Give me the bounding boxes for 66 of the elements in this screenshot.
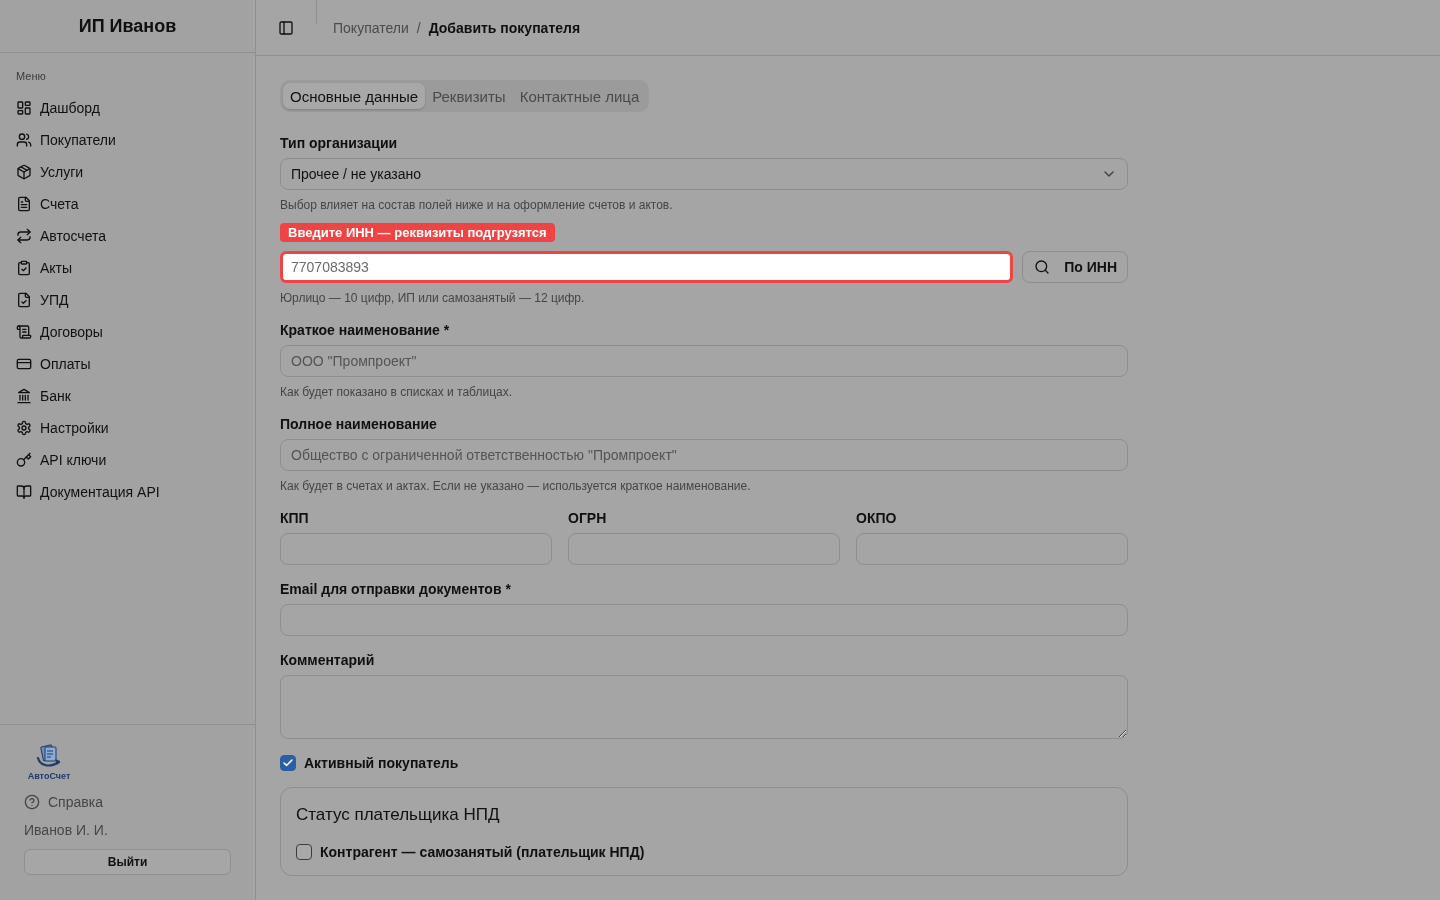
key-icon (16, 452, 32, 468)
sidebar-item[interactable]: Настройки (8, 412, 247, 444)
field-hint: Как будет в счетах и актах. Если не указано — используется краткое наименование. (280, 478, 751, 494)
comment-textarea[interactable] (280, 675, 1128, 739)
text-input[interactable]: Общество с ограниченной ответственностью "Промпроект" (280, 439, 1128, 471)
users-icon (16, 132, 32, 148)
repeat-arrows-icon (16, 228, 32, 244)
field-hint: Юрлицо — 10 цифр, ИП или самозанятый — 12 цифр. (280, 290, 585, 306)
text-input[interactable]: ООО "Промпроект" (280, 345, 1128, 377)
select-field[interactable]: Прочее / не указано (280, 158, 1128, 190)
sidebar-item[interactable]: УПД (8, 284, 247, 316)
field-hint: Выбор влияет на состав полей ниже и на оформление счетов и актов. (280, 197, 673, 213)
field-label: Комментарий (280, 651, 375, 670)
scroll-icon (16, 324, 32, 340)
settings-icon (16, 420, 32, 436)
user-name: Иванов И. И. (24, 821, 108, 840)
field-label: ОКПО (856, 509, 897, 528)
grid-icon (16, 100, 32, 116)
bank-icon (16, 388, 32, 404)
checkbox[interactable] (280, 755, 296, 771)
sidebar-title: ИП Иванов (78, 15, 177, 37)
document-check-icon (16, 292, 32, 308)
clipboard-check-icon (16, 260, 32, 276)
sidebar-item[interactable]: Документация API (8, 476, 247, 508)
page-title: Добавить покупателя (428, 19, 581, 36)
inn-input[interactable]: 7707083893 (280, 251, 1014, 283)
help-link[interactable]: Справка (24, 792, 103, 812)
sidebar-item[interactable]: Счета (8, 188, 247, 220)
sidebar-item[interactable]: Оплаты (8, 348, 247, 380)
search-icon (1034, 259, 1051, 275)
card-title: Статус плательщика НПД (296, 804, 500, 826)
field-label: КПП (280, 509, 309, 528)
sidebar-item[interactable]: Банк (8, 380, 247, 412)
sidebar-item[interactable]: Договоры (8, 316, 247, 348)
inn-lookup-button[interactable]: По ИНН (1022, 251, 1128, 283)
checkbox[interactable] (296, 844, 312, 860)
logo-icon (36, 744, 62, 770)
check-icon (282, 757, 294, 769)
sidebar-item[interactable]: Покупатели (8, 124, 247, 156)
field-label: Тип организации (280, 134, 398, 153)
breadcrumb-link[interactable]: Покупатели (333, 19, 409, 36)
sidebar-toggle-button[interactable] (278, 19, 294, 36)
logo-text: АвтоСчет (27, 771, 71, 782)
tour-hint: Введите ИНН — реквизиты подгрузятся (280, 223, 555, 242)
sidebar-item[interactable]: Акты (8, 252, 247, 284)
field-label: Краткое наименование * (280, 321, 450, 340)
sidebar-item[interactable]: API ключи (8, 444, 247, 476)
document-icon (16, 196, 32, 212)
help-icon (24, 794, 40, 810)
menu-heading: Меню (16, 69, 46, 84)
field-label: Полное наименование (280, 415, 437, 434)
tab[interactable]: Основные данные (283, 83, 426, 109)
breadcrumb-separator: / (416, 19, 421, 36)
field-hint: Как будет показано в списках и таблицах. (280, 384, 513, 400)
field-label: ОГРН (568, 509, 607, 528)
book-icon (16, 484, 32, 500)
logout-button[interactable]: Выйти (24, 849, 231, 875)
sidebar-panel-icon (278, 19, 294, 36)
box-icon (16, 164, 32, 180)
sidebar-item[interactable]: Автосчета (8, 220, 247, 252)
sidebar-item[interactable]: Услуги (8, 156, 247, 188)
field-label: Email для отправки документов * (280, 580, 511, 599)
checkbox-label: Активный покупатель (304, 755, 459, 771)
credit-card-icon (16, 356, 32, 372)
sidebar-item[interactable]: Дашборд (8, 92, 247, 124)
checkbox-label: Контрагент — самозанятый (плательщик НПД) (320, 844, 645, 860)
